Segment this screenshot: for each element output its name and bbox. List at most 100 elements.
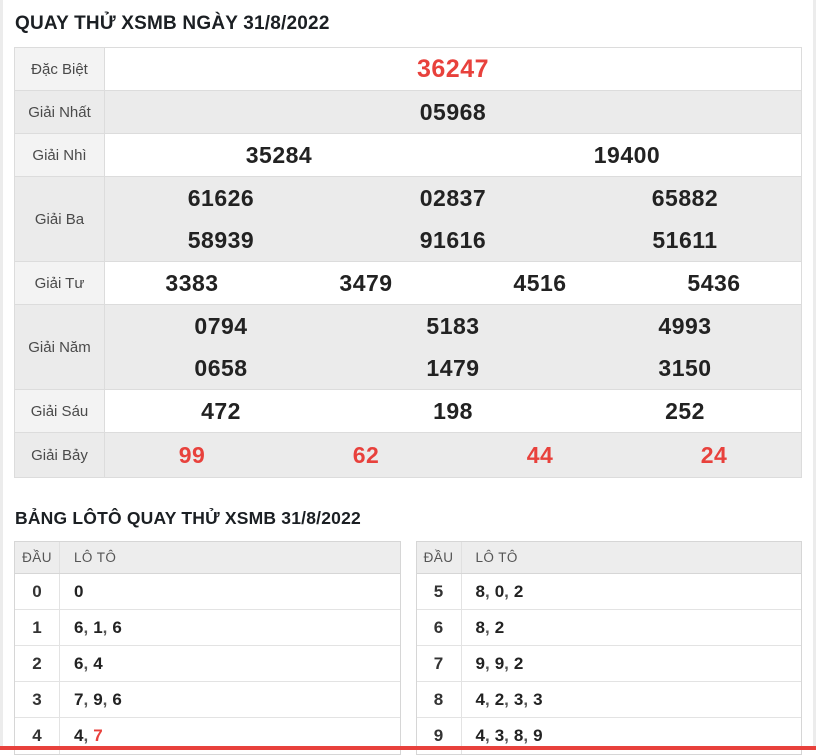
loto-values: 4,2,3,3	[462, 682, 543, 717]
prize-line: 0658 1479 3150	[105, 347, 801, 389]
prize-number: 91616	[419, 226, 487, 253]
comma-separator: ,	[504, 726, 509, 745]
loto-number: 6	[112, 689, 122, 709]
loto-values: 9,9,2	[462, 646, 524, 681]
prize-label: Đặc Biệt	[15, 48, 105, 90]
comma-separator: ,	[83, 617, 89, 637]
comma-separator: ,	[83, 653, 89, 673]
prize-line: 3383 3479 4516 5436	[105, 262, 801, 304]
prize-values: 0794 5183 4993 0658 1479 3150	[105, 305, 801, 389]
loto-header-left: ĐẦU LÔ TÔ	[15, 542, 400, 574]
loto-number: 6	[74, 653, 84, 673]
prize-number: 5183	[426, 312, 480, 339]
loto-number: 6	[112, 617, 122, 637]
prize-number: 35284	[245, 141, 313, 168]
prize-line: 0794 5183 4993	[105, 305, 801, 347]
loto-row: 84,2,3,3	[416, 682, 801, 718]
loto-head-digit: 2	[15, 646, 60, 681]
prize-line: 36247	[105, 48, 801, 90]
comma-separator: ,	[504, 581, 509, 601]
loto-number: 3	[533, 689, 543, 709]
comma-separator: ,	[484, 689, 490, 709]
loto-values: 6,1,6	[60, 610, 122, 645]
loto-col-header-loto: LÔ TÔ	[475, 550, 518, 565]
prize-row: Giải Nhất 05968	[15, 91, 801, 134]
prize-values: 05968	[105, 91, 801, 133]
prize-row: Giải Sáu 472 198 252	[15, 390, 801, 433]
comma-separator: ,	[484, 581, 490, 601]
loto-title: BẢNG LÔTÔ QUAY THỬ XSMB 31/8/2022	[15, 508, 361, 528]
prize-line: 35284 19400	[105, 134, 801, 176]
loto-number: 2	[494, 617, 505, 637]
loto-number: 2	[513, 581, 524, 601]
loto-number: 4	[475, 689, 485, 709]
loto-row: 00	[15, 574, 400, 610]
prize-number: 24	[700, 441, 728, 468]
prize-number: 65882	[651, 184, 719, 211]
comma-separator: ,	[102, 689, 108, 709]
loto-col-header-dau: ĐẦU	[15, 542, 60, 573]
prize-number: 36247	[416, 54, 490, 83]
loto-table-left: ĐẦU LÔ TÔ 0 0 1 6, 1, 6 2 6, 4 3 7, 9, 6 4 4, 7	[14, 541, 401, 755]
prize-label: Giải Tư	[15, 262, 105, 304]
loto-values: 8,0,2	[462, 574, 524, 609]
prize-number: 3150	[658, 354, 712, 381]
comma-separator: ,	[523, 726, 529, 745]
prize-label: Giải Bảy	[15, 433, 105, 477]
prize-label: Giải Năm	[15, 305, 105, 389]
prize-number: 198	[433, 397, 473, 424]
loto-row: 68,2	[416, 610, 801, 646]
prize-number: 58939	[187, 226, 255, 253]
prize-number: 02837	[419, 184, 487, 211]
comma-separator: ,	[484, 726, 490, 745]
loto-number: 4	[74, 726, 84, 745]
prize-label: Giải Nhất	[15, 91, 105, 133]
comma-separator: ,	[504, 689, 509, 709]
prize-number: 05968	[419, 98, 487, 125]
loto-number: 1	[93, 617, 103, 637]
footer-red-bar	[0, 746, 816, 750]
comma-separator: ,	[102, 617, 108, 637]
loto-values: 7,9,6	[60, 682, 122, 717]
prize-number: 3479	[339, 269, 393, 296]
prize-row: Giải Ba 61626 02837 65882 58939 91616 51611	[15, 177, 801, 262]
loto-number: 9	[494, 653, 505, 673]
prize-number: 62	[352, 441, 380, 468]
prize-line: 99 62 44 24	[105, 433, 801, 477]
page-title: QUAY THỬ XSMB NGÀY 31/8/2022	[15, 13, 330, 34]
loto-values: 6,4	[60, 646, 103, 681]
loto-values: 0	[60, 574, 83, 609]
prize-values: 3383 3479 4516 5436	[105, 262, 801, 304]
loto-number: 9	[93, 689, 103, 709]
loto-number: 2	[494, 689, 505, 709]
loto-tables: ĐẦU LÔ TÔ 0 0 1 6, 1, 6 2 6, 4 3 7, 9, 6 4 4, 7 ĐẦU LÔ TÔ 5…	[14, 541, 802, 755]
prize-number: 44	[526, 441, 554, 468]
loto-number: 4	[93, 653, 103, 673]
loto-number: 7	[93, 726, 103, 745]
prize-row: Giải Nhì 35284 19400	[15, 134, 801, 177]
loto-col-header-loto: LÔ TÔ	[74, 550, 117, 565]
prize-number: 0794	[194, 312, 248, 339]
loto-number: 8	[475, 617, 485, 637]
comma-separator: ,	[83, 726, 89, 745]
prize-line: 61626 02837 65882	[105, 177, 801, 219]
loto-head-digit: 3	[15, 682, 60, 717]
prize-values: 99 62 44 24	[105, 433, 801, 477]
loto-number: 9	[533, 726, 543, 745]
prize-number: 4516	[513, 269, 567, 296]
loto-number: 3	[513, 689, 524, 709]
comma-separator: ,	[484, 617, 490, 637]
loto-head-digit: 0	[15, 574, 60, 609]
loto-number: 0	[494, 581, 505, 601]
prize-values: 472 198 252	[105, 390, 801, 432]
prize-number: 19400	[593, 141, 661, 168]
loto-number: 8	[513, 726, 524, 745]
prize-number: 3383	[165, 269, 219, 296]
prize-label: Giải Ba	[15, 177, 105, 261]
loto-head-digit: 8	[417, 682, 462, 717]
prize-number: 1479	[426, 354, 480, 381]
page: QUAY THỬ XSMB NGÀY 31/8/2022 Đặc Biệt 362…	[0, 0, 816, 755]
prize-row: Giải Năm 0794 5183 4993 0658 1479 3150	[15, 305, 801, 390]
loto-head-digit: 6	[417, 610, 462, 645]
loto-number: 7	[74, 689, 84, 709]
